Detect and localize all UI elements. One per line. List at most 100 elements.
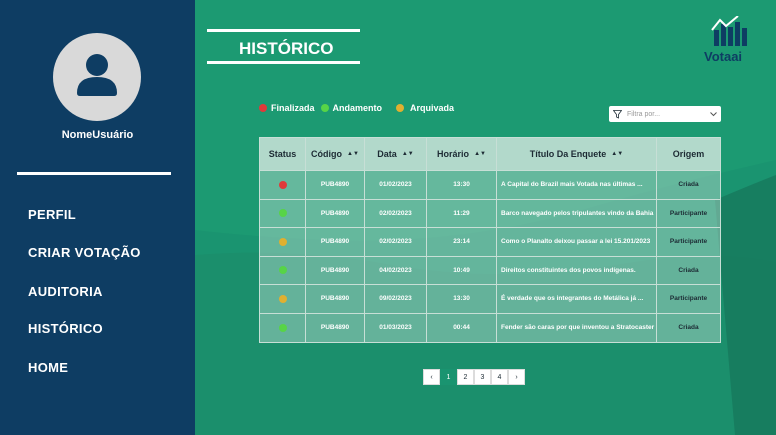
history-table: Status Código ▲▼ Data ▲▼ Horário ▲▼ Título … [259, 137, 721, 343]
col-header-label: Status [268, 149, 297, 159]
pagination: ‹ 1 2 3 4 › [423, 369, 525, 385]
sidebar: NomeUsuário PERFIL CRIAR VOTAÇÃO AUDITOR… [0, 0, 195, 435]
page-button-2[interactable]: 2 [457, 369, 474, 385]
sort-icon[interactable]: ▲▼ [347, 151, 359, 157]
cell-date: 01/03/2023 [365, 313, 427, 342]
cell-origin: Criada [657, 171, 720, 199]
cell-time: 11:29 [427, 199, 497, 227]
cell-origin: Criada [657, 257, 720, 285]
page-prev-button[interactable]: ‹ [423, 369, 440, 385]
cell-status [260, 285, 306, 313]
table-row[interactable]: PUB4890 09/02/2023 13:30 É verdade que os i… [260, 285, 720, 314]
cell-code: PUB4890 [306, 199, 365, 227]
origin-label: Participante [669, 295, 708, 303]
cell-status [260, 256, 306, 284]
nav-item-perfil[interactable]: PERFIL [28, 207, 76, 222]
legend-andamento: Andamento [320, 103, 383, 113]
status-dot [278, 209, 287, 218]
status-dot [278, 237, 287, 246]
origin-label: Participante [669, 209, 708, 217]
table-body: PUB4890 01/02/2023 13:30 A Capital do Brazi… [260, 171, 720, 342]
status-dot [278, 323, 287, 332]
cell-title: Barco navegado pelos tripulantes vindo d… [497, 199, 657, 227]
title-line-top [207, 29, 360, 32]
cell-title: A Capital do Brazil mais Votada nas últi… [497, 171, 657, 199]
col-header-status[interactable]: Status [260, 138, 306, 170]
status-dot [278, 266, 287, 275]
col-header-label: Código [311, 149, 343, 159]
table-header-row: Status Código ▲▼ Data ▲▼ Horário ▲▼ Título … [260, 138, 720, 171]
legend-label: Finalizada [271, 103, 315, 113]
col-header-label: Horário [437, 149, 470, 159]
cell-time: 00:44 [427, 313, 497, 342]
cell-status [260, 199, 306, 227]
col-header-origem[interactable]: Origem [657, 138, 720, 170]
table-row[interactable]: PUB4890 04/02/2023 10:49 Direitos constitui… [260, 256, 720, 285]
cell-time: 13:30 [427, 285, 497, 313]
username: NomeUsuário [61, 129, 134, 141]
cell-title: É verdade que os integrantes do Metálica… [497, 285, 657, 313]
table-row[interactable]: PUB4890 01/02/2023 13:30 A Capital do Brazi… [260, 171, 720, 200]
col-header-titulo[interactable]: Título Da Enquete ▲▼ [497, 138, 657, 170]
status-dot [278, 294, 287, 303]
col-header-label: Data [377, 149, 397, 159]
cell-code: PUB4890 [306, 228, 365, 256]
cell-date: 02/02/2023 [365, 228, 427, 256]
origin-label: Criada [678, 266, 699, 274]
legend-finalizada: Finalizada [259, 103, 315, 113]
cell-status [260, 171, 306, 199]
cell-origin: Criada [657, 314, 720, 343]
page-button-3[interactable]: 3 [474, 369, 491, 385]
cell-code: PUB4890 [306, 256, 365, 284]
chevron-down-icon [710, 111, 717, 116]
legend-label: Arquivada [410, 103, 455, 113]
nav-item-historico[interactable]: HISTÓRICO [28, 321, 103, 336]
legend-label: Andamento [332, 103, 383, 113]
col-header-horario[interactable]: Horário ▲▼ [427, 138, 497, 170]
cell-date: 02/02/2023 [365, 199, 427, 227]
cell-title: Direitos constituintes dos povos indígen… [497, 256, 657, 284]
col-header-codigo[interactable]: Código ▲▼ [306, 138, 365, 170]
page-title: HISTÓRICO [239, 39, 334, 58]
filter-select[interactable]: Filtra por... [609, 106, 721, 122]
cell-code: PUB4890 [306, 285, 365, 313]
legend-dot [396, 104, 405, 112]
cell-origin: Participante [657, 200, 720, 228]
sort-icon[interactable]: ▲▼ [611, 151, 623, 157]
nav-item-home[interactable]: HOME [28, 360, 68, 375]
cell-code: PUB4890 [306, 313, 365, 342]
cell-title: Como o Planalto deixou passar a lei 15.2… [497, 228, 657, 256]
sort-icon[interactable]: ▲▼ [402, 151, 414, 157]
cell-time: 13:30 [427, 171, 497, 199]
table-row[interactable]: PUB4890 01/03/2023 00:44 Fender são caras p… [260, 313, 720, 343]
avatar[interactable] [53, 33, 141, 121]
table-row[interactable]: PUB4890 02/02/2023 11:29 Barco navegado pel… [260, 199, 720, 228]
nav-item-auditoria[interactable]: AUDITORIA [28, 284, 103, 299]
sidebar-divider [17, 172, 171, 175]
origin-label: Criada [678, 324, 699, 332]
legend-dot [320, 104, 329, 112]
cell-date: 01/02/2023 [365, 171, 427, 199]
status-legend: Finalizada Andamento Arquivada [259, 103, 460, 113]
page-button-1[interactable]: 1 [440, 369, 457, 385]
table-row[interactable]: PUB4890 02/02/2023 23:14 Como o Planalto de… [260, 228, 720, 257]
cell-title: Fender são caras por que inventou a Stra… [497, 313, 657, 342]
cell-status [260, 228, 306, 256]
user-icon [77, 54, 117, 96]
cell-time: 10:49 [427, 256, 497, 284]
status-dot [278, 180, 287, 189]
cell-status [260, 313, 306, 342]
nav-item-criar-votacao[interactable]: CRIAR VOTAÇÃO [28, 245, 141, 260]
cell-time: 23:14 [427, 228, 497, 256]
page-next-button[interactable]: › [508, 369, 525, 385]
cell-origin: Participante [657, 228, 720, 256]
legend-arquivada: Arquivada [396, 103, 454, 113]
origin-label: Criada [678, 181, 699, 189]
cell-date: 04/02/2023 [365, 256, 427, 284]
legend-dot [259, 104, 267, 112]
sort-icon[interactable]: ▲▼ [474, 151, 486, 157]
col-header-data[interactable]: Data ▲▼ [365, 138, 427, 170]
filter-icon [613, 109, 622, 119]
page-button-4[interactable]: 4 [491, 369, 508, 385]
cell-date: 09/02/2023 [365, 285, 427, 313]
